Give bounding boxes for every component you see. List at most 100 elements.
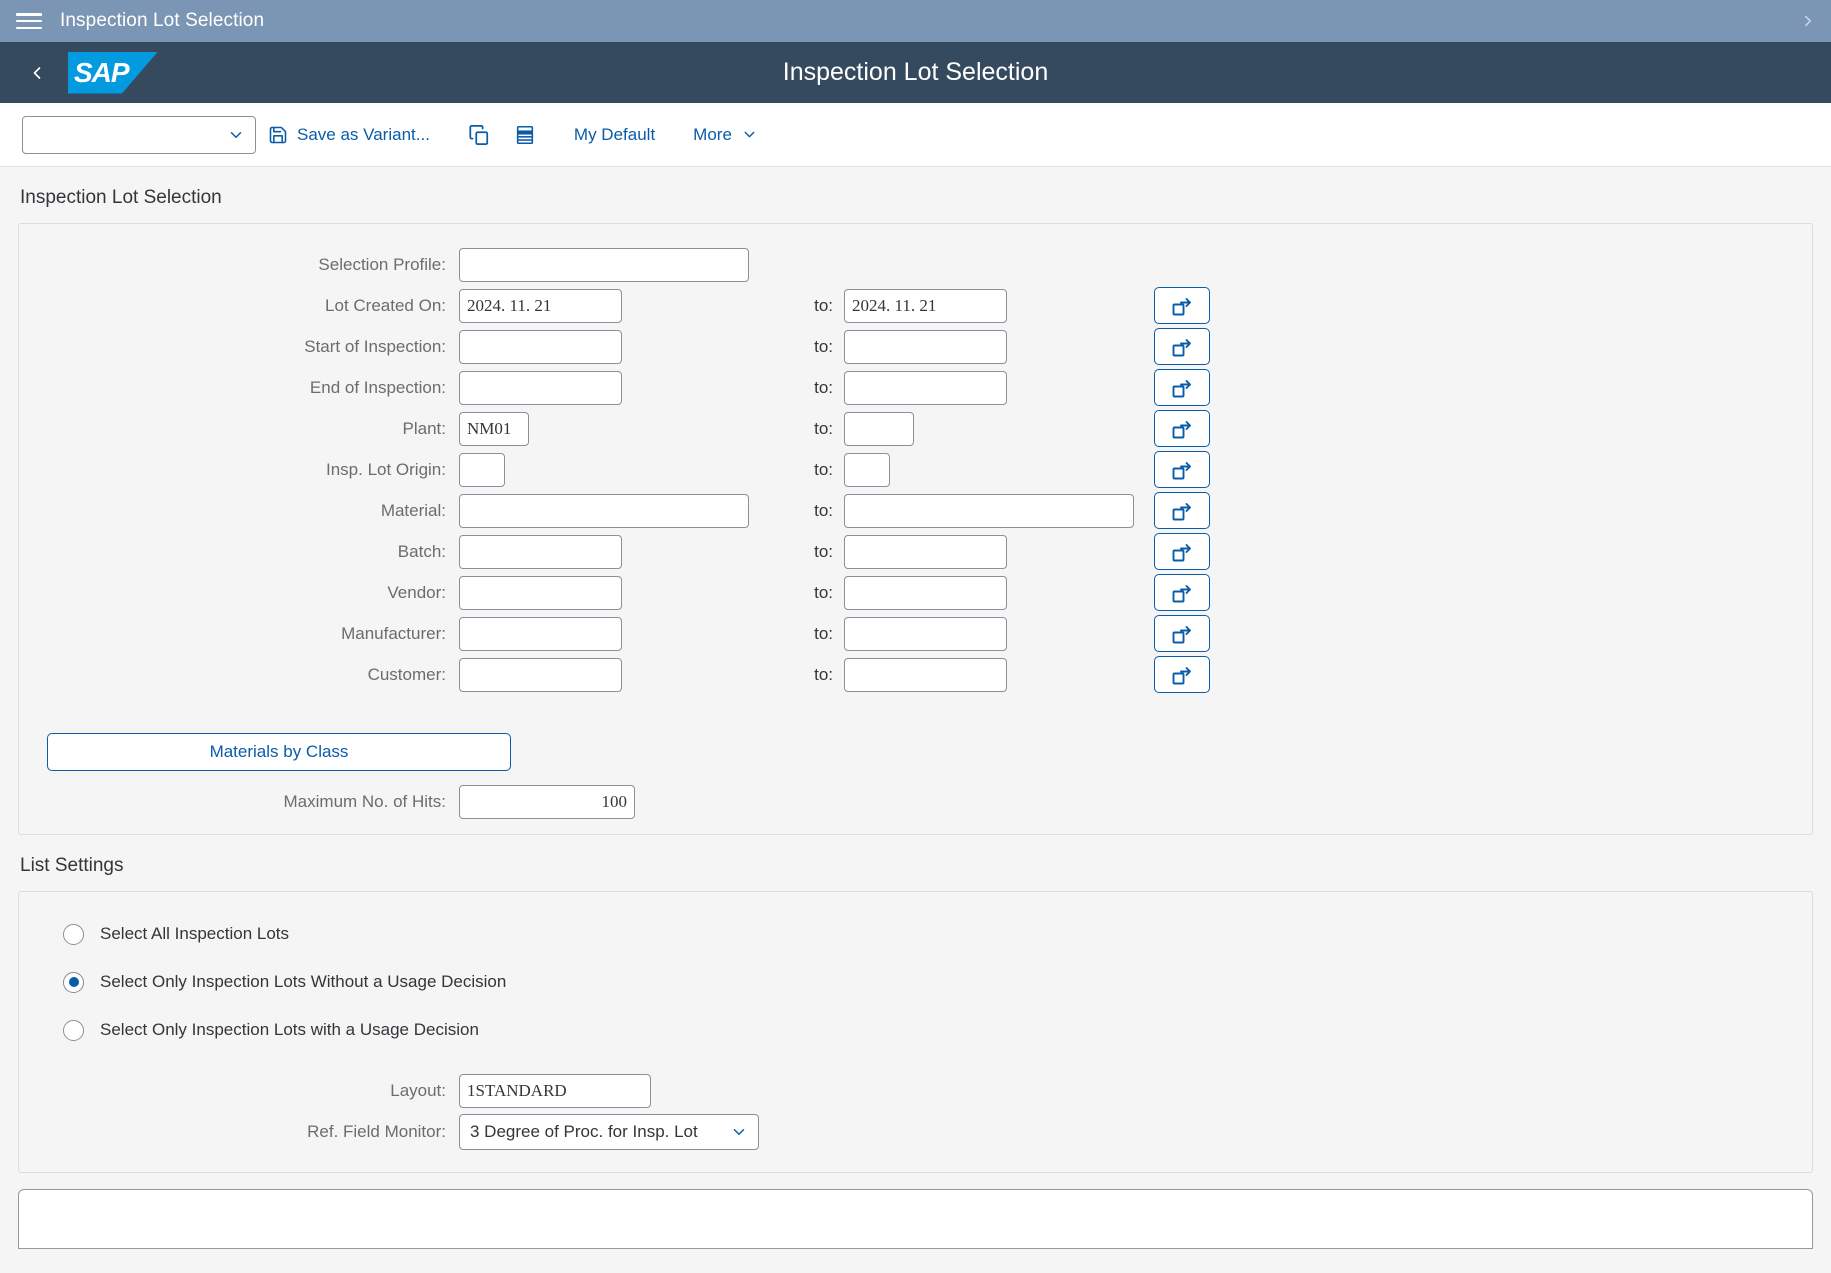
field-label: Lot Created On: [325,295,446,315]
selection-row: End of Inspection: to: [19,367,1812,408]
my-default-button[interactable]: My Default [562,115,667,155]
field-input[interactable] [459,288,622,323]
field-input[interactable] [459,616,622,651]
multi-selection-button[interactable] [1154,574,1210,611]
radio-button[interactable] [63,923,84,945]
field-input-slot [459,534,754,569]
variant-select[interactable] [22,115,256,154]
to-field-slot [844,370,1144,405]
ref-field-monitor-select[interactable]: 3 Degree of Proc. for Insp. Lot [459,1113,759,1150]
multi-selection-button[interactable] [1154,287,1210,324]
field-input[interactable] [459,493,749,528]
to-field-input[interactable] [844,657,1007,692]
multi-selection-icon [1170,335,1194,359]
to-label: to: [814,459,833,479]
field-input-slot [459,575,754,610]
to-field-input[interactable] [844,616,1007,651]
multi-selection-button[interactable] [1154,492,1210,529]
field-input[interactable] [459,370,622,405]
multi-selection-icon [1170,294,1194,318]
field-input[interactable] [459,411,529,446]
to-label: to: [814,541,833,561]
multi-selection-button[interactable] [1154,328,1210,365]
multi-selection-icon [1170,458,1194,482]
variant-toolbar: Save as Variant... My Default More [0,103,1831,167]
more-label: More [693,124,732,144]
field-input-slot [459,493,754,528]
to-field-input[interactable] [844,575,1007,610]
list-settings-radio-option[interactable]: Select All Inspection Lots [19,910,1812,958]
list-settings-radio-option[interactable]: Select Only Inspection Lots Without a Us… [19,958,1812,1006]
to-field-input[interactable] [844,452,890,487]
chevron-down-icon [730,1123,748,1141]
list-settings-panel: Select All Inspection Lots Select Only In… [18,891,1813,1173]
table-view-button[interactable] [502,115,548,155]
to-field-slot [844,411,1144,446]
multi-selection-icon [1170,622,1194,646]
radio-button[interactable] [63,1019,84,1041]
layout-row: Layout: [19,1070,1812,1111]
page-title: Inspection Lot Selection [782,58,1049,86]
multi-selection-icon [1170,417,1194,441]
field-label: Insp. Lot Origin: [325,459,446,479]
layout-input[interactable] [459,1073,651,1108]
multi-selection-button[interactable] [1154,656,1210,693]
field-input-slot [459,616,754,651]
to-field-slot [844,288,1144,323]
multi-selection-button[interactable] [1154,451,1210,488]
to-field-input[interactable] [844,329,1007,364]
list-settings-radio-option[interactable]: Select Only Inspection Lots with a Usage… [19,1006,1812,1054]
max-hits-input[interactable] [459,784,635,819]
field-input[interactable] [459,534,622,569]
selection-row: Start of Inspection: to: [19,326,1812,367]
chevron-right-icon[interactable] [1797,10,1819,32]
to-field-input[interactable] [844,288,1007,323]
radio-label: Select All Inspection Lots [100,924,290,943]
list-settings-section-title: List Settings [20,855,124,876]
sap-logo[interactable]: SAP [68,51,158,94]
page-content: Inspection Lot Selection Selection Profi… [0,167,1831,1273]
to-label: to: [814,377,833,397]
field-input-slot [459,288,754,323]
field-input[interactable] [459,575,622,610]
to-field-input[interactable] [844,534,1007,569]
radio-button[interactable] [63,971,84,993]
ref-field-monitor-label: Ref. Field Monitor: [307,1121,446,1141]
back-navigation-button[interactable] [20,56,54,90]
field-input[interactable] [459,247,749,282]
inspection-lot-selection-panel: Selection Profile:Lot Created On:to:Star… [18,223,1813,835]
field-label: Plant: [402,418,446,438]
field-label: Vendor: [387,582,446,602]
multi-selection-button[interactable] [1154,533,1210,570]
to-field-slot [844,575,1144,610]
to-field-input[interactable] [844,493,1134,528]
to-field-slot [844,657,1144,692]
to-field-input[interactable] [844,370,1007,405]
to-label: to: [814,623,833,643]
field-input-slot [459,411,754,446]
field-input-slot [459,247,754,282]
materials-by-class-button[interactable]: Materials by Class [47,733,511,771]
multi-selection-button[interactable] [1154,410,1210,447]
selection-row: Customer: to: [19,654,1812,695]
max-hits-row: Maximum No. of Hits: [19,781,1812,822]
to-label: to: [814,336,833,356]
copy-button[interactable] [456,115,502,155]
hamburger-icon[interactable] [16,11,42,31]
field-input[interactable] [459,329,622,364]
sap-logo-text: SAP [74,56,130,88]
save-as-variant-button[interactable]: Save as Variant... [256,115,442,155]
to-field-input[interactable] [844,411,914,446]
multi-selection-button[interactable] [1154,369,1210,406]
field-input[interactable] [459,452,505,487]
selection-row: Insp. Lot Origin: to: [19,449,1812,490]
field-label: Material: [380,500,446,520]
to-label: to: [814,664,833,684]
selection-row: Selection Profile: [19,244,1812,285]
field-input[interactable] [459,657,622,692]
multi-selection-button[interactable] [1154,615,1210,652]
app-topbar: Inspection Lot Selection [0,0,1831,42]
more-button[interactable]: More [681,115,770,155]
selection-criteria-form: Selection Profile:Lot Created On:to:Star… [19,224,1812,717]
selection-row: Manufacturer: to: [19,613,1812,654]
